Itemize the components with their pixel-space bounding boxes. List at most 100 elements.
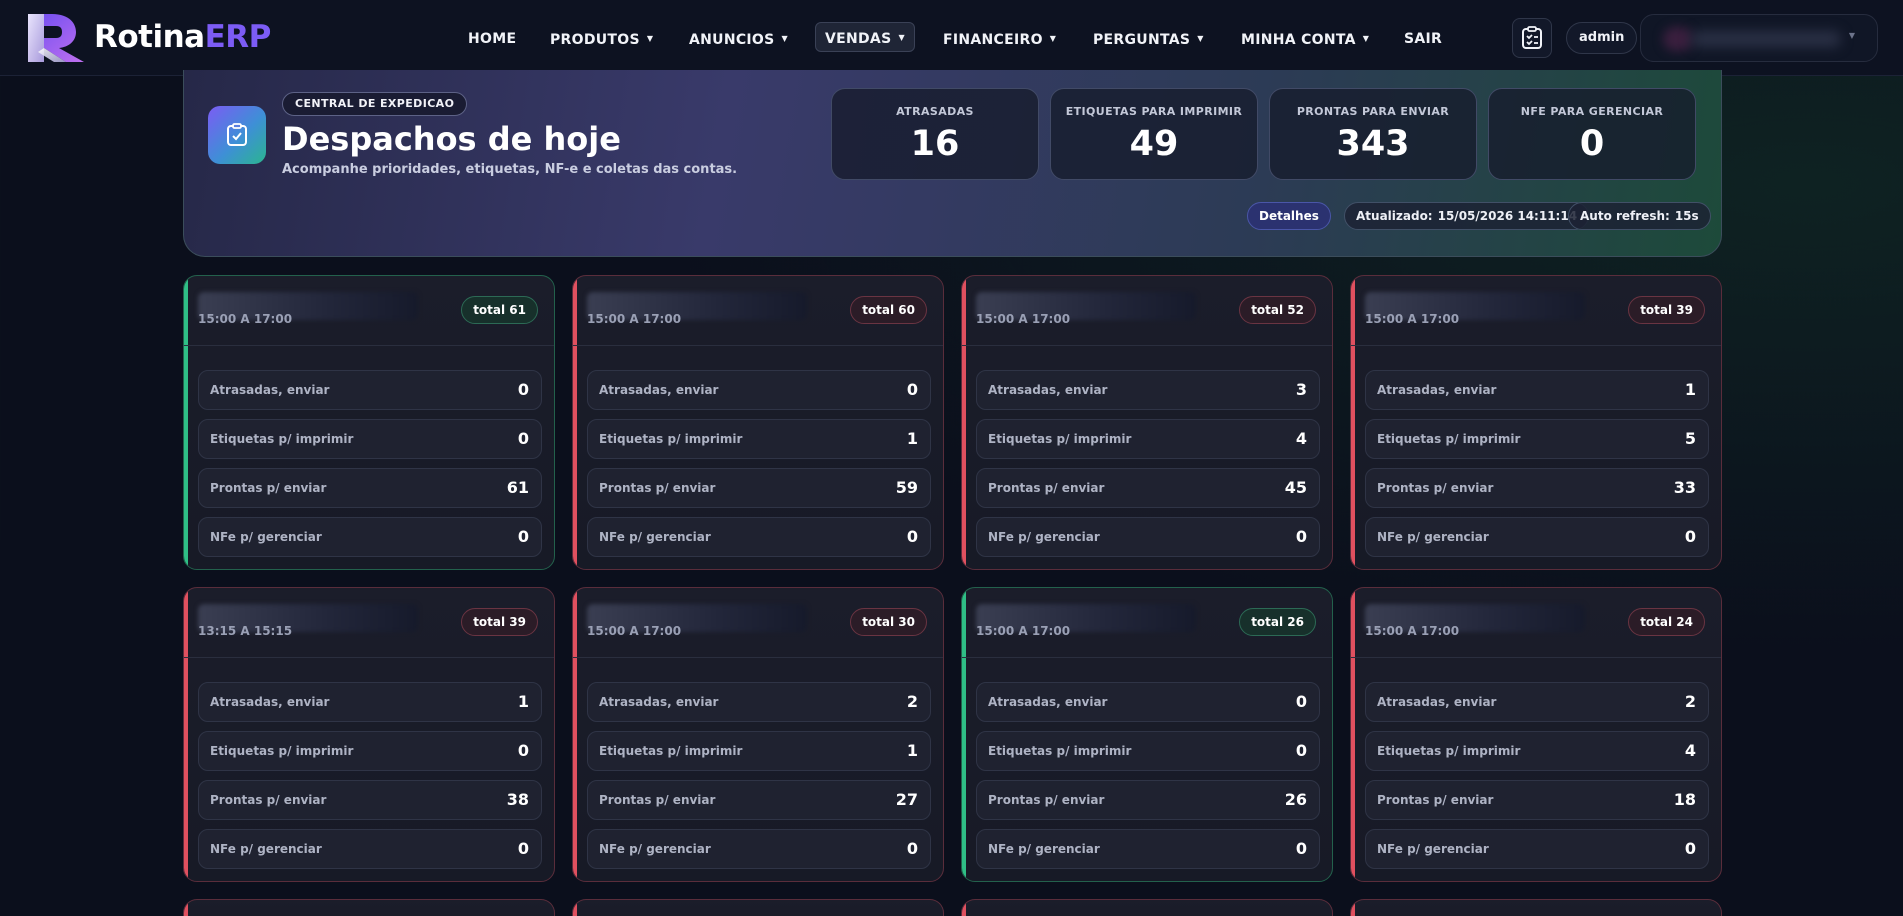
stat-value: 0 <box>1579 124 1605 164</box>
metric-label: Prontas p/ enviar <box>599 793 716 807</box>
top-navbar: RotinaERP HOME PRODUTOS ▼ ANUNCIOS ▼ VENDA… <box>0 0 1903 76</box>
caret-down-icon: ▼ <box>1362 34 1370 43</box>
metric-row[interactable]: Atrasadas, enviar 0 <box>198 370 542 410</box>
stat-label: NFE PARA GERENCIAR <box>1520 105 1664 118</box>
card-header: 15:00 A 17:00 total 60 <box>573 276 943 346</box>
metric-label: Prontas p/ enviar <box>210 481 327 495</box>
metric-row[interactable]: Etiquetas p/ imprimir 5 <box>1365 419 1709 459</box>
caret-down-icon: ▼ <box>898 33 905 42</box>
metric-value: 61 <box>506 478 529 497</box>
metric-value: 4 <box>1295 429 1307 448</box>
nav-sair[interactable]: SAIR <box>1404 24 1442 54</box>
metric-row[interactable]: Prontas p/ enviar 61 <box>198 468 542 508</box>
metric-row[interactable]: Prontas p/ enviar 26 <box>976 780 1320 820</box>
account-card[interactable]: 15:00 A 17:00 total 26 Atrasadas, enviar 0 E… <box>961 587 1333 882</box>
pickup-window: 15:00 A 17:00 <box>1365 624 1460 638</box>
metric-label: NFe p/ gerenciar <box>988 530 1100 544</box>
metric-row[interactable]: Etiquetas p/ imprimir 1 <box>587 419 931 459</box>
metric-row[interactable]: Etiquetas p/ imprimir 0 <box>198 419 542 459</box>
account-card-partial[interactable] <box>572 899 944 916</box>
account-card-partial[interactable] <box>1350 899 1722 916</box>
account-card[interactable]: 15:00 A 17:00 total 24 Atrasadas, enviar 2 E… <box>1350 587 1722 882</box>
metric-label: Prontas p/ enviar <box>210 793 327 807</box>
metric-label: Prontas p/ enviar <box>988 793 1105 807</box>
metric-row[interactable]: Atrasadas, enviar 0 <box>976 682 1320 722</box>
metric-row[interactable]: Etiquetas p/ imprimir 4 <box>1365 731 1709 771</box>
metric-row[interactable]: Atrasadas, enviar 3 <box>976 370 1320 410</box>
account-card[interactable]: 15:00 A 17:00 total 39 Atrasadas, enviar 1 E… <box>1350 275 1722 570</box>
metric-row[interactable]: Atrasadas, enviar 1 <box>198 682 542 722</box>
metric-label: Prontas p/ enviar <box>599 481 716 495</box>
metric-row[interactable]: NFe p/ gerenciar 0 <box>587 829 931 869</box>
metric-row[interactable]: Atrasadas, enviar 1 <box>1365 370 1709 410</box>
metric-row[interactable]: Etiquetas p/ imprimir 0 <box>976 731 1320 771</box>
metric-label: Atrasadas, enviar <box>210 383 330 397</box>
pickup-window: 15:00 A 17:00 <box>1365 312 1460 326</box>
stat-label: PRONTAS PARA ENVIAR <box>1296 105 1450 118</box>
metric-row[interactable]: NFe p/ gerenciar 0 <box>1365 829 1709 869</box>
details-button[interactable]: Detalhes <box>1247 202 1331 230</box>
metric-row[interactable]: NFe p/ gerenciar 0 <box>976 517 1320 557</box>
account-card[interactable]: 15:00 A 17:00 total 30 Atrasadas, enviar 2 E… <box>572 587 944 882</box>
metric-row[interactable]: NFe p/ gerenciar 0 <box>198 517 542 557</box>
metric-row[interactable]: Etiquetas p/ imprimir 0 <box>198 731 542 771</box>
auto-refresh-badge[interactable]: Auto refresh: 15s <box>1568 202 1711 230</box>
pickup-window: 15:00 A 17:00 <box>587 624 682 638</box>
metric-value: 1 <box>906 429 918 448</box>
metric-row[interactable]: Etiquetas p/ imprimir 1 <box>587 731 931 771</box>
metric-row[interactable]: Prontas p/ enviar 59 <box>587 468 931 508</box>
metric-value: 2 <box>1684 692 1696 711</box>
metric-label: Etiquetas p/ imprimir <box>599 744 743 758</box>
metric-row[interactable]: Prontas p/ enviar 38 <box>198 780 542 820</box>
metric-row[interactable]: NFe p/ gerenciar 0 <box>587 517 931 557</box>
nav-financeiro[interactable]: FINANCEIRO ▼ <box>943 24 1056 54</box>
metric-row[interactable]: NFe p/ gerenciar 0 <box>1365 517 1709 557</box>
metric-row[interactable]: Prontas p/ enviar 27 <box>587 780 931 820</box>
metric-row[interactable]: Prontas p/ enviar 33 <box>1365 468 1709 508</box>
nav-minha-conta[interactable]: MINHA CONTA ▼ <box>1241 24 1369 54</box>
nav-home[interactable]: HOME <box>468 24 516 54</box>
nav-perguntas[interactable]: PERGUNTAS ▼ <box>1093 24 1204 54</box>
total-badge: total 30 <box>850 608 927 636</box>
metric-value: 0 <box>1295 527 1307 546</box>
checklist-button[interactable] <box>1512 18 1552 58</box>
metric-label: Etiquetas p/ imprimir <box>210 744 354 758</box>
metric-value: 0 <box>517 527 529 546</box>
nav-produtos[interactable]: PRODUTOS ▼ <box>550 24 653 54</box>
metric-row[interactable]: Prontas p/ enviar 18 <box>1365 780 1709 820</box>
metric-row[interactable]: Atrasadas, enviar 2 <box>587 682 931 722</box>
metric-label: Atrasadas, enviar <box>599 695 719 709</box>
checklist-icon <box>1522 26 1542 49</box>
logo-mark-icon <box>26 10 90 64</box>
account-card[interactable]: 15:00 A 17:00 total 52 Atrasadas, enviar 3 E… <box>961 275 1333 570</box>
account-card[interactable]: 15:00 A 17:00 total 60 Atrasadas, enviar 0 E… <box>572 275 944 570</box>
metric-row[interactable]: Etiquetas p/ imprimir 4 <box>976 419 1320 459</box>
account-card-partial[interactable] <box>961 899 1333 916</box>
metric-row[interactable]: Prontas p/ enviar 45 <box>976 468 1320 508</box>
metric-row[interactable]: Atrasadas, enviar 0 <box>587 370 931 410</box>
metric-row[interactable]: Atrasadas, enviar 2 <box>1365 682 1709 722</box>
account-card-partial[interactable] <box>183 899 555 916</box>
account-selector[interactable]: ▼ <box>1640 14 1878 62</box>
nav-anuncios[interactable]: ANUNCIOS ▼ <box>689 24 788 54</box>
account-card[interactable]: 13:15 A 15:15 total 39 Atrasadas, enviar 1 E… <box>183 587 555 882</box>
brand-logo[interactable]: RotinaERP <box>26 10 271 64</box>
account-card[interactable]: 15:00 A 17:00 total 61 Atrasadas, enviar 0 E… <box>183 275 555 570</box>
metric-label: Atrasadas, enviar <box>988 695 1108 709</box>
total-badge: total 26 <box>1239 608 1316 636</box>
metric-value: 33 <box>1673 478 1696 497</box>
metric-row[interactable]: NFe p/ gerenciar 0 <box>198 829 542 869</box>
stat-label: ATRASADAS <box>896 105 974 118</box>
user-menu[interactable]: admin <box>1566 22 1638 54</box>
metric-value: 38 <box>506 790 529 809</box>
nav-vendas[interactable]: VENDAS ▼ <box>815 22 915 52</box>
pickup-window: 15:00 A 17:00 <box>976 624 1071 638</box>
caret-down-icon: ▼ <box>1197 34 1204 43</box>
metric-label: Prontas p/ enviar <box>1377 481 1494 495</box>
metric-value: 0 <box>906 839 918 858</box>
metric-value: 18 <box>1673 790 1696 809</box>
card-header: 15:00 A 17:00 total 26 <box>962 588 1332 658</box>
metric-row[interactable]: NFe p/ gerenciar 0 <box>976 829 1320 869</box>
card-header: 15:00 A 17:00 total 24 <box>1351 588 1721 658</box>
metric-label: Etiquetas p/ imprimir <box>599 432 743 446</box>
